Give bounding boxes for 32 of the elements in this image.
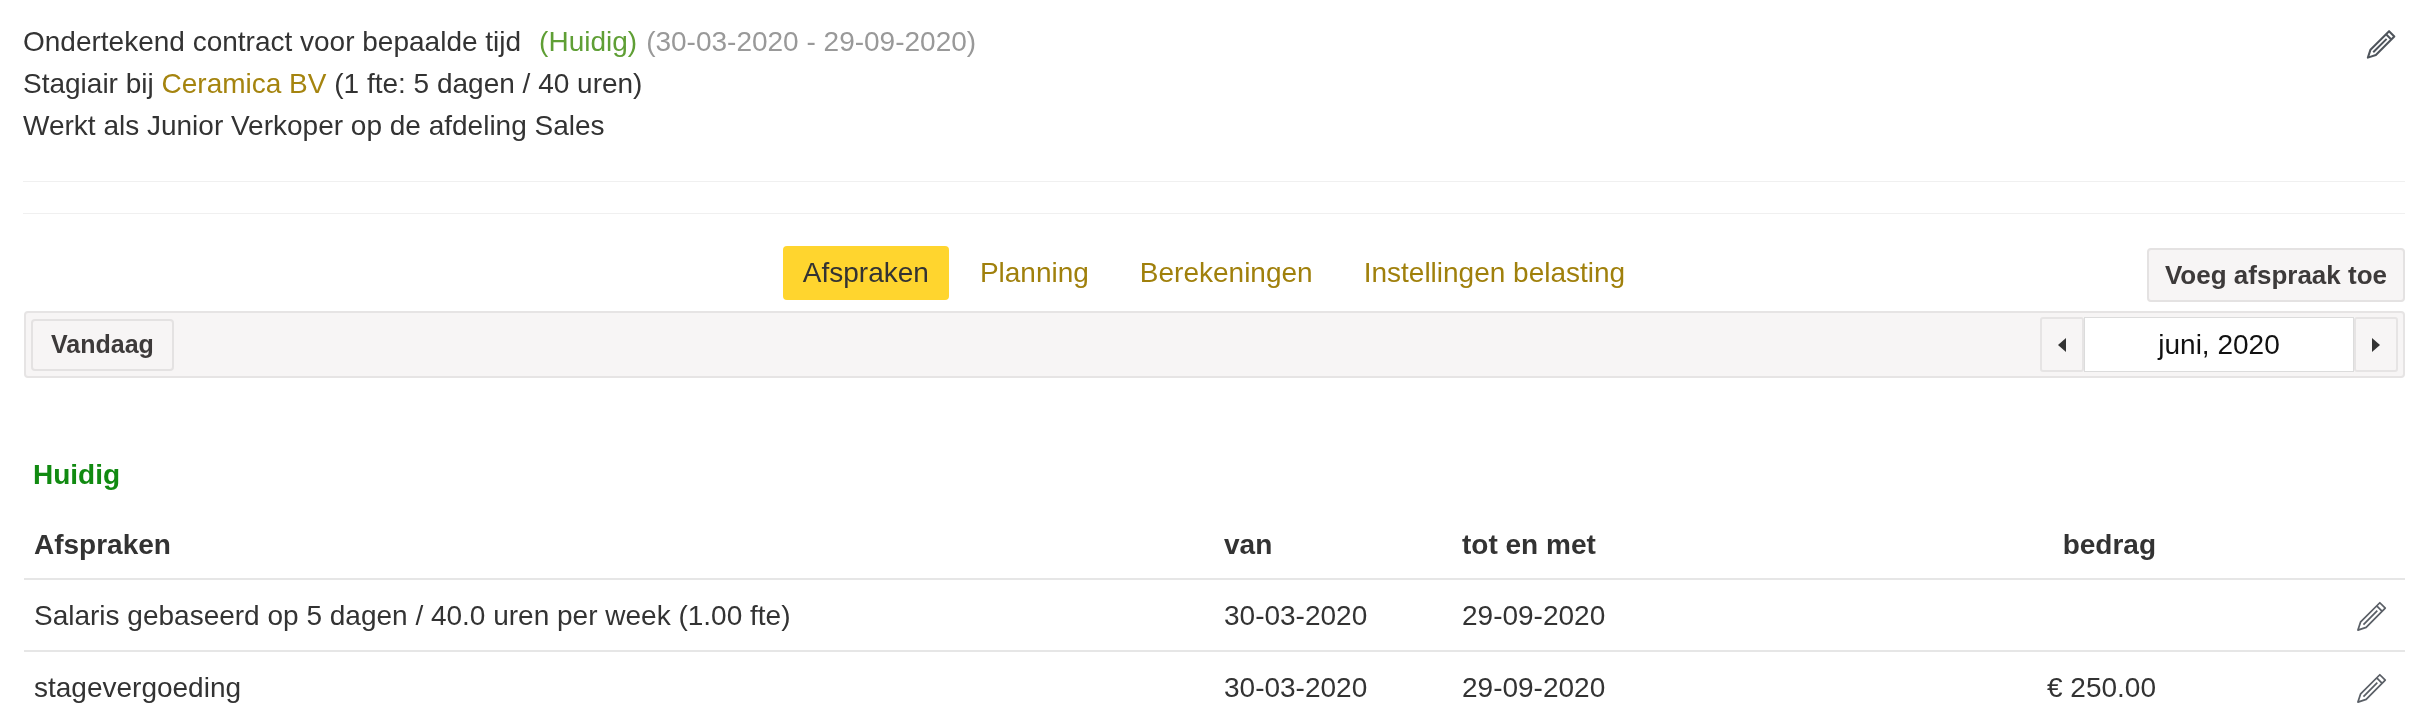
table-cell: stagevergoeding: [24, 651, 1214, 718]
tab[interactable]: Berekeningen: [1119, 246, 1333, 300]
section-heading: Huidig: [33, 460, 121, 490]
employer-link[interactable]: Ceramica BV: [161, 68, 327, 99]
table-cell: 30-03-2020: [1214, 651, 1452, 718]
tab[interactable]: Afspraken: [782, 246, 949, 300]
pencil-icon[interactable]: [2356, 673, 2387, 705]
employment-line: Stagiair bij Ceramica BV (1 fte: 5 dagen / 40 uren): [23, 67, 644, 101]
job-description: Werkt als Junior Verkoper op de afdeling Sales: [23, 109, 606, 143]
month-field[interactable]: juni, 2020: [2084, 317, 2354, 372]
previous-button[interactable]: [2040, 317, 2084, 372]
table-cell: 30-03-2020: [1214, 579, 1452, 652]
column-header: tot en met: [1452, 512, 1852, 579]
add-appointment-button[interactable]: Voeg afspraak toe: [2146, 248, 2405, 302]
tab[interactable]: Instellingen belasting: [1343, 246, 1646, 300]
column-header: van: [1214, 512, 1452, 579]
contract-period: (30-03-2020 - 29-09-2020): [646, 26, 977, 57]
column-header: Afspraken: [24, 512, 1214, 579]
today-button[interactable]: Vandaag: [31, 318, 174, 371]
table-cell: € 250.00: [1852, 651, 2166, 718]
table-cell: Salaris gebaseerd op 5 dagen / 40.0 uren per week (1.00 fte): [24, 579, 1214, 652]
status-label: (Huidig): [539, 26, 638, 57]
next-button[interactable]: [2354, 317, 2398, 372]
table-cell: 29-09-2020: [1452, 651, 1852, 718]
pencil-icon[interactable]: [2366, 29, 2396, 60]
triangle-left-icon: [2058, 337, 2066, 352]
pencil-icon[interactable]: [2356, 601, 2387, 633]
tab[interactable]: Planning: [959, 246, 1109, 300]
column-header: bedrag: [1852, 512, 2166, 579]
triangle-right-icon: [2372, 337, 2380, 352]
contract-title: Ondertekend contract voor bepaalde tijd: [23, 26, 522, 57]
table-cell: 29-09-2020: [1452, 579, 1852, 652]
